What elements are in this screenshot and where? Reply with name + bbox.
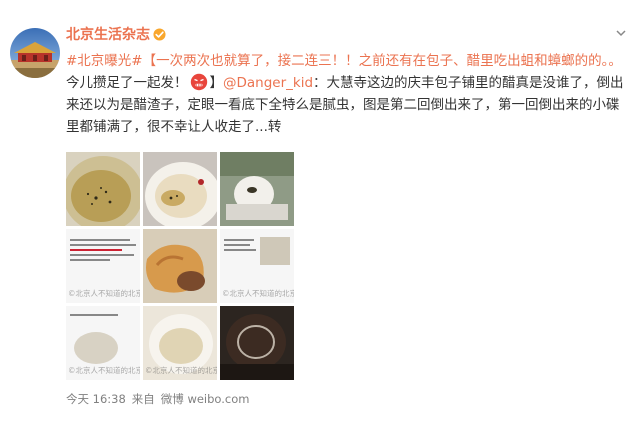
image-watermark: ©北京人不知道的北京 xyxy=(68,289,140,298)
image-watermark: ©北京人不知道的北京 xyxy=(222,289,294,298)
forward-label: 转 xyxy=(267,119,282,135)
image-watermark: ©北京人不知道的北京 xyxy=(68,366,140,375)
post-image-7[interactable]: ©北京人不知道的北京 xyxy=(66,306,140,380)
fried-food-photo xyxy=(143,229,217,303)
mention-link[interactable]: @Danger_kid xyxy=(223,75,313,91)
post-text-a: 今儿攒足了一起发！ xyxy=(66,75,188,91)
source-app-link[interactable]: 微博 weibo.com xyxy=(161,391,250,407)
post-time[interactable]: 今天 16:38 xyxy=(66,391,126,407)
topic-link[interactable]: #北京曝光# xyxy=(66,53,143,69)
post-image-2[interactable] xyxy=(143,152,217,226)
post-highlight: 【一次两次也就算了，接二连三！！之前还有在包子、醋里吃出蛆和蟑螂的的。。 xyxy=(142,53,622,69)
post-image-4[interactable]: ©北京人不知道的北京 xyxy=(66,229,140,303)
post-image-6[interactable]: ©北京人不知道的北京 xyxy=(220,229,294,303)
account-name: 北京生活杂志 xyxy=(66,27,150,43)
vinegar-bottle-photo xyxy=(220,306,294,380)
avatar[interactable] xyxy=(10,28,60,78)
post-footer: 今天 16:38 来自 微博 weibo.com xyxy=(66,391,249,407)
post-text: #北京曝光#【一次两次也就算了，接二连三！！之前还有在包子、醋里吃出蛆和蟑螂的的… xyxy=(66,50,626,138)
vinegar-dish-photo-1 xyxy=(66,152,140,226)
post-image-9[interactable] xyxy=(220,306,294,380)
angry-face-emoji-icon xyxy=(190,73,207,91)
vinegar-dish-photo-2 xyxy=(143,152,217,226)
bracket-close: 】 xyxy=(209,75,224,91)
bun-closeup-photo xyxy=(220,152,294,226)
avatar-image xyxy=(10,28,60,78)
chevron-down-icon[interactable] xyxy=(614,26,628,40)
post-image-3[interactable] xyxy=(220,152,294,226)
image-watermark: ©北京人不知道的北京 xyxy=(145,366,217,375)
post-image-8[interactable]: ©北京人不知道的北京 xyxy=(143,306,217,380)
post-image-1[interactable] xyxy=(66,152,140,226)
post-image-5[interactable] xyxy=(143,229,217,303)
verified-badge-icon xyxy=(153,27,166,41)
source-prefix: 来自 xyxy=(131,392,155,406)
account-name-link[interactable]: 北京生活杂志 xyxy=(66,24,166,44)
weibo-post-card: 北京生活杂志 #北京曝光#【一次两次也就算了，接二连三！！之前还有在包子、醋里吃… xyxy=(0,0,640,427)
